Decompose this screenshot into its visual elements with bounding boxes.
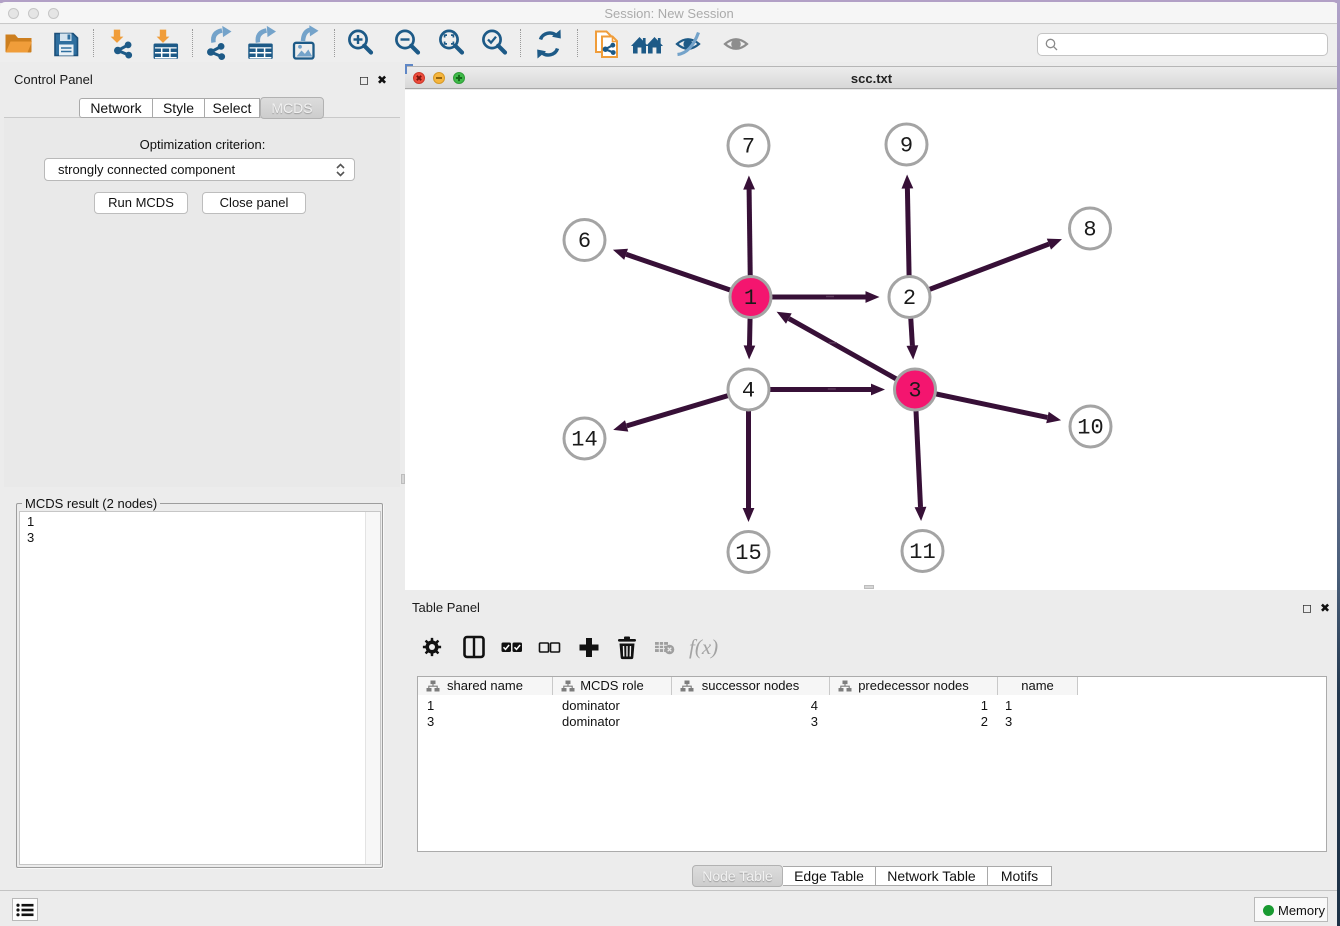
svg-text:9: 9 xyxy=(900,134,913,159)
svg-text:6: 6 xyxy=(578,229,591,254)
svg-text:8: 8 xyxy=(1083,218,1096,243)
svg-text:10: 10 xyxy=(1077,416,1103,441)
svg-text:1: 1 xyxy=(744,286,757,311)
svg-text:3: 3 xyxy=(908,379,921,404)
svg-text:14: 14 xyxy=(571,428,597,453)
svg-text:f(x): f(x) xyxy=(689,635,718,659)
svg-text:7: 7 xyxy=(742,135,755,160)
svg-text:2: 2 xyxy=(903,286,916,311)
svg-text:4: 4 xyxy=(742,379,755,404)
svg-text:11: 11 xyxy=(909,540,935,565)
svg-text:15: 15 xyxy=(735,541,761,566)
